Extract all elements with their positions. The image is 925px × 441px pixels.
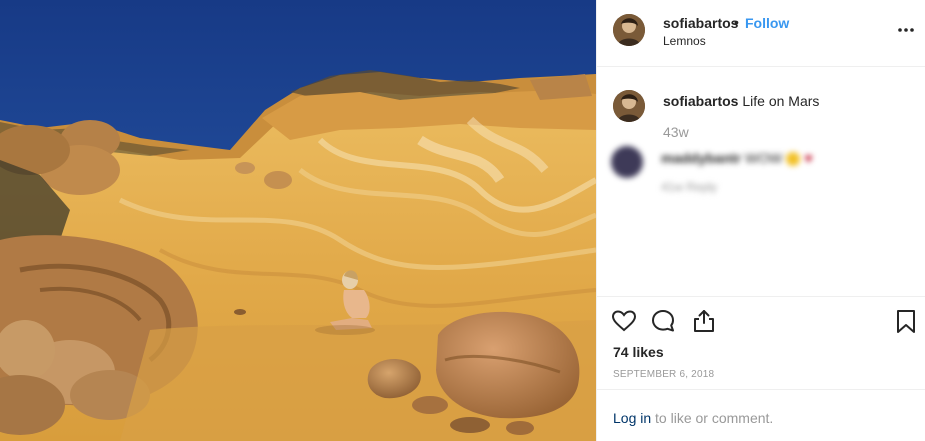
more-horizontal-icon[interactable] xyxy=(896,20,916,40)
bookmark-icon[interactable] xyxy=(893,308,919,334)
login-text: Log in to like or comment. xyxy=(613,410,773,426)
follow-button[interactable]: Follow xyxy=(745,15,789,31)
post-sidebar: sofiabartos • Follow Lemnos sofiabartos … xyxy=(596,0,925,441)
likes-count[interactable]: 74 likes xyxy=(613,344,664,360)
username-link[interactable]: sofiabartos xyxy=(663,15,738,31)
post-photo[interactable] xyxy=(0,0,596,441)
caption-body: Life on Mars xyxy=(738,93,820,109)
action-bar: 74 likes SEPTEMBER 6, 2018 xyxy=(597,296,925,389)
heart-icon[interactable] xyxy=(611,308,637,334)
caption-timestamp[interactable]: 43w xyxy=(663,124,689,140)
login-rest: to like or comment. xyxy=(651,410,774,426)
caption-avatar[interactable] xyxy=(613,90,645,122)
post-header: sofiabartos • Follow Lemnos xyxy=(597,0,925,67)
comment-text: maddybantr WOW ♥ xyxy=(661,150,813,167)
comment-icon[interactable] xyxy=(650,308,676,334)
blurred-comment: maddybantr WOW ♥ 41w Reply xyxy=(611,146,911,206)
photo-image xyxy=(0,0,596,441)
share-icon[interactable] xyxy=(691,308,717,334)
separator-dot: • xyxy=(734,14,739,30)
login-link[interactable]: Log in xyxy=(613,410,651,426)
comment-meta: 41w Reply xyxy=(661,180,718,194)
caption-username[interactable]: sofiabartos xyxy=(663,93,738,109)
avatar-image xyxy=(613,90,645,122)
comment-body: WOW xyxy=(745,150,783,166)
post-date[interactable]: SEPTEMBER 6, 2018 xyxy=(613,369,714,380)
heart-emoji-icon: ♥ xyxy=(804,150,813,166)
caption-text: sofiabartos Life on Mars xyxy=(663,93,819,109)
avatar[interactable] xyxy=(613,14,645,46)
comment-avatar xyxy=(611,146,643,178)
comment-username: maddybantr xyxy=(661,150,742,166)
location-link[interactable]: Lemnos xyxy=(663,34,706,48)
emoji-icon xyxy=(786,152,801,167)
avatar-image xyxy=(613,14,645,46)
login-prompt: Log in to like or comment. xyxy=(597,389,925,441)
instagram-post: sofiabartos • Follow Lemnos sofiabartos … xyxy=(0,0,925,441)
